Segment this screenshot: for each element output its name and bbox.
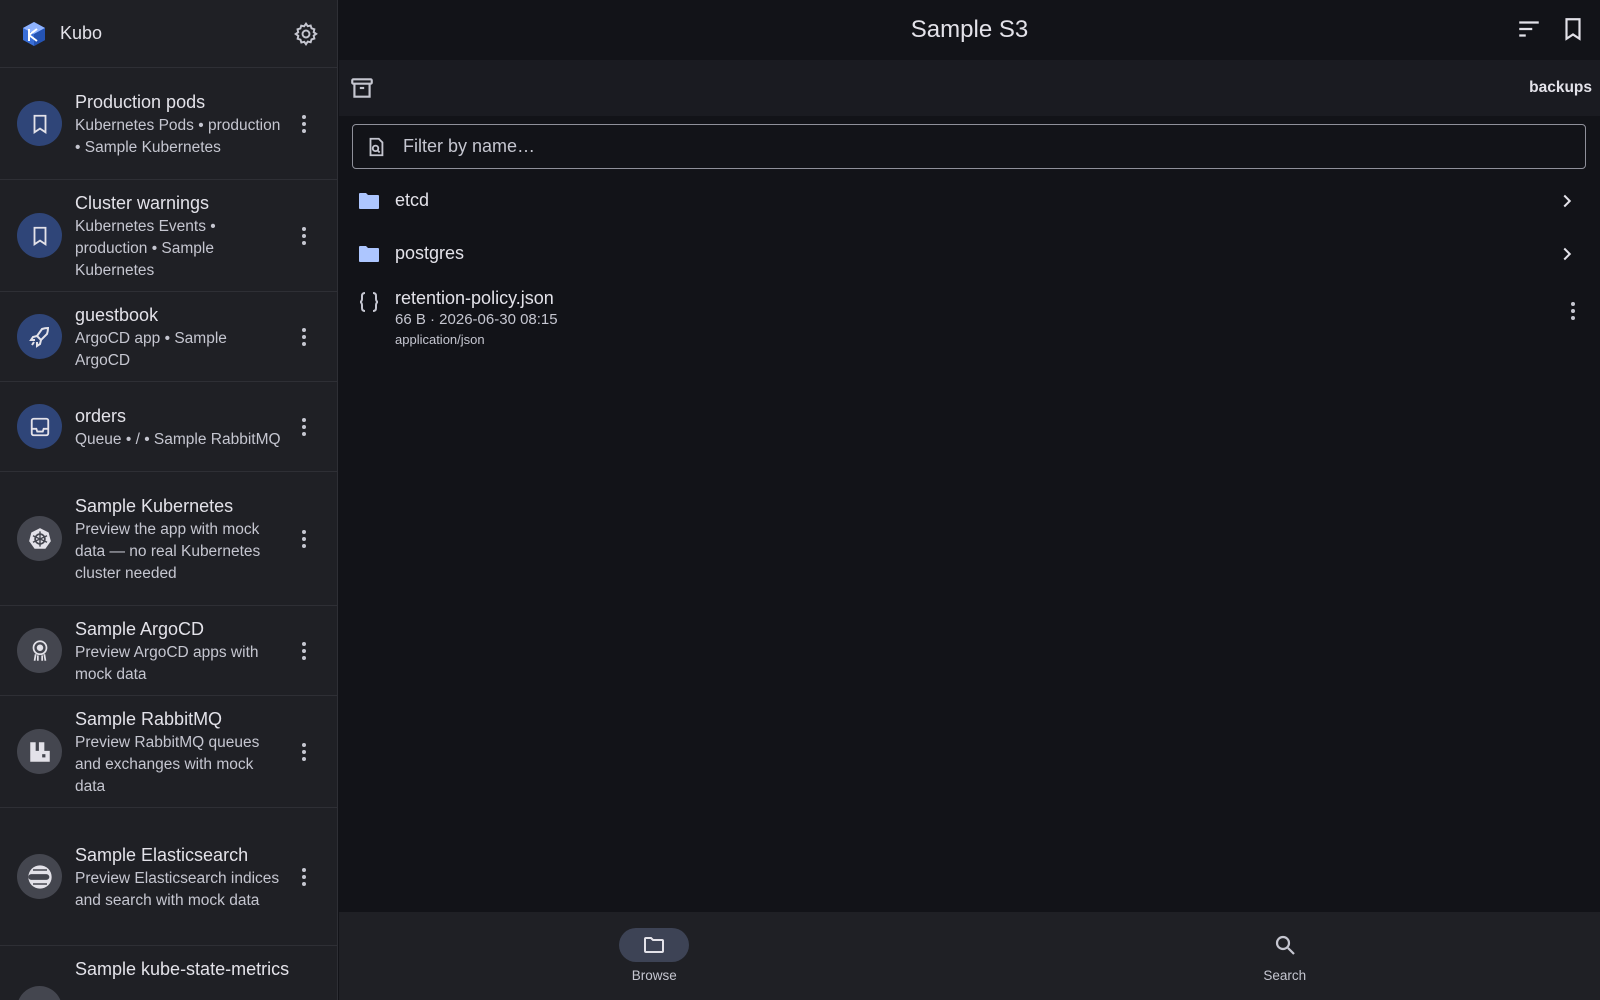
- more-options-icon[interactable]: [289, 524, 319, 554]
- list-item-folder-postgres[interactable]: postgres: [339, 227, 1600, 280]
- sidebar-item-sample-rabbitmq[interactable]: Sample RabbitMQ Preview RabbitMQ queues …: [0, 696, 337, 808]
- sidebar-item-subtitle: Kubernetes Pods • production • Sample Ku…: [75, 116, 281, 156]
- file-mime-type: application/json: [395, 332, 485, 347]
- list-item-file-retention-policy[interactable]: retention-policy.json 66 B · 2026-06-30 …: [339, 280, 1600, 349]
- inbox-icon: [30, 417, 49, 436]
- more-options-icon[interactable]: [1558, 296, 1588, 326]
- sidebar: Kubo Production pods Kubernetes Pods • p…: [0, 0, 338, 1000]
- folder-name: etcd: [395, 190, 430, 210]
- sidebar-item-production-pods[interactable]: Production pods Kubernetes Pods • produc…: [0, 68, 337, 180]
- filter-field[interactable]: [352, 124, 1586, 169]
- avatar: [17, 516, 62, 561]
- nav-search[interactable]: Search: [970, 912, 1600, 1000]
- folder-icon: [359, 245, 379, 262]
- sidebar-item-subtitle: Queue • / • Sample RabbitMQ: [75, 430, 281, 448]
- avatar: [17, 628, 62, 673]
- sidebar-item-sample-kube-state-metrics[interactable]: Sample kube-state-metrics: [0, 946, 337, 1000]
- nav-search-label: Search: [1263, 968, 1307, 983]
- sidebar-item-sample-elasticsearch[interactable]: Sample Elasticsearch Preview Elasticsear…: [0, 808, 337, 946]
- elasticsearch-icon: [27, 864, 52, 889]
- argocd-icon: [32, 639, 47, 661]
- avatar: [17, 854, 62, 899]
- bookmark-icon: [33, 114, 46, 134]
- nav-browse-indicator: [619, 928, 690, 962]
- sidebar-item-subtitle: Preview the app with mock data — no real…: [75, 520, 261, 582]
- bookmark-icon[interactable]: [1560, 16, 1586, 42]
- more-options-icon[interactable]: [289, 737, 319, 767]
- archive-icon[interactable]: [349, 75, 375, 101]
- search-file-icon: [369, 137, 384, 156]
- main-panel: Sample S3 backups etcd postgres retentio…: [339, 0, 1600, 1000]
- folder-outline-icon: [644, 937, 665, 953]
- avatar: [17, 404, 62, 449]
- sidebar-item-title: guestbook: [75, 304, 159, 325]
- sort-icon[interactable]: [1516, 16, 1542, 42]
- avatar: [17, 101, 62, 146]
- more-options-icon[interactable]: [289, 221, 319, 251]
- sidebar-item-orders[interactable]: orders Queue • / • Sample RabbitMQ: [0, 382, 337, 472]
- more-options-icon[interactable]: [289, 412, 319, 442]
- avatar: [17, 986, 62, 1000]
- more-options-icon[interactable]: [289, 322, 319, 352]
- bottom-navigation: Browse Search: [339, 912, 1600, 1000]
- sidebar-item-cluster-warnings[interactable]: Cluster warnings Kubernetes Events • pro…: [0, 180, 337, 292]
- sidebar-item-subtitle: ArgoCD app • Sample ArgoCD: [75, 329, 227, 369]
- page-title: Sample S3: [910, 16, 1029, 43]
- sidebar-item-title: Production pods: [75, 91, 206, 112]
- sidebar-item-subtitle: Preview ArgoCD apps with mock data: [75, 643, 259, 683]
- kubernetes-icon: [28, 527, 51, 549]
- sidebar-item-title: Cluster warnings: [75, 192, 210, 213]
- sidebar-item-subtitle: Kubernetes Events • production • Sample …: [75, 217, 216, 279]
- sidebar-item-title: Sample RabbitMQ: [75, 708, 223, 729]
- sidebar-item-title: orders: [75, 405, 127, 426]
- gear-icon[interactable]: [293, 21, 319, 47]
- rabbitmq-icon: [29, 741, 50, 762]
- search-icon: [1275, 935, 1295, 955]
- sidebar-item-title: Sample Elasticsearch: [75, 844, 249, 865]
- filter-input[interactable]: [403, 136, 1573, 157]
- bucket-name: backups: [1529, 79, 1592, 96]
- more-options-icon[interactable]: [289, 862, 319, 892]
- folder-name: postgres: [395, 243, 465, 263]
- sidebar-item-subtitle: Preview RabbitMQ queues and exchanges wi…: [75, 733, 260, 795]
- sidebar-item-guestbook[interactable]: guestbook ArgoCD app • Sample ArgoCD: [0, 292, 337, 382]
- app-title: Kubo: [60, 23, 103, 43]
- bucket-bar: backups: [339, 60, 1600, 116]
- bookmark-icon: [33, 226, 46, 246]
- sidebar-item-title: Sample kube-state-metrics: [75, 959, 290, 979]
- top-app-bar: Sample S3: [339, 0, 1600, 60]
- more-options-icon[interactable]: [289, 636, 319, 666]
- avatar: [17, 729, 62, 774]
- list-item-folder-etcd[interactable]: etcd: [339, 174, 1600, 227]
- rocket-icon: [28, 326, 49, 348]
- chevron-right-icon: [1563, 194, 1572, 207]
- sidebar-item-title: Sample Kubernetes: [75, 495, 234, 516]
- kubo-logo-icon: [23, 21, 45, 46]
- file-meta: 66 B · 2026-06-30 08:15: [395, 311, 558, 328]
- nav-browse-label: Browse: [631, 968, 677, 983]
- sidebar-item-sample-kubernetes[interactable]: Sample Kubernetes Preview the app with m…: [0, 472, 337, 606]
- json-file-icon: [359, 292, 379, 312]
- sidebar-header: Kubo: [0, 0, 337, 68]
- chevron-right-icon: [1563, 247, 1572, 260]
- folder-icon: [359, 192, 379, 209]
- avatar: [17, 213, 62, 258]
- sidebar-item-subtitle: Preview Elasticsearch indices and search…: [75, 869, 280, 909]
- sidebar-item-sample-argocd[interactable]: Sample ArgoCD Preview ArgoCD apps with m…: [0, 606, 337, 696]
- more-options-icon[interactable]: [289, 109, 319, 139]
- sidebar-item-title: Sample ArgoCD: [75, 618, 205, 639]
- avatar: [17, 314, 62, 359]
- nav-search-indicator: [1250, 928, 1320, 962]
- file-name: retention-policy.json: [395, 288, 554, 308]
- nav-browse[interactable]: Browse: [339, 912, 970, 1000]
